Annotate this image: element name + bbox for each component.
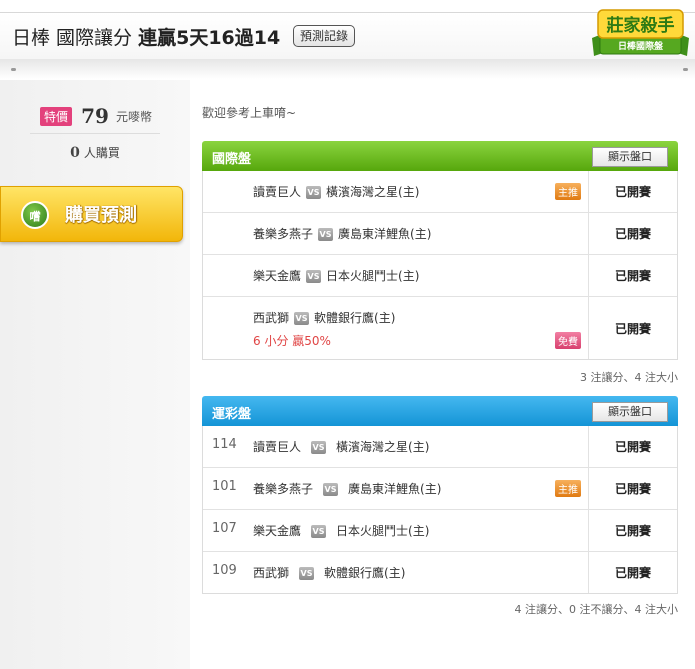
match-teams: 樂天金鷹 VS 日本火腿鬥士(主) [253, 267, 419, 284]
prediction-record-button[interactable]: 預測記錄 [293, 25, 356, 47]
price-value: 79 [81, 104, 109, 128]
title-prefix: 日棒 國際讓分 [12, 27, 133, 49]
header-shadow-strip [0, 59, 695, 79]
sale-badge: 特價 [40, 106, 73, 126]
match-status: 已開賽 [588, 426, 677, 467]
divider-dot [683, 68, 688, 71]
match-number: 101 [212, 479, 237, 494]
buy-prediction-label: 購買預測 [65, 205, 137, 226]
main-pick-badge: 主推 [555, 183, 581, 200]
buyers-label: 人購買 [83, 146, 120, 160]
vs-icon: VS [294, 312, 310, 325]
svg-text:莊家殺手: 莊家殺手 [607, 15, 675, 36]
win-record: 連贏5天16過14 [138, 27, 281, 49]
home-team: 軟體銀行鷹(主) [314, 311, 396, 325]
main-pick-badge: 主推 [555, 480, 581, 497]
match-number: 114 [212, 437, 237, 452]
match-teams: 養樂多燕子 VS 廣島東洋鯉魚(主) [253, 225, 431, 242]
vs-icon: VS [299, 567, 315, 580]
home-team: 軟體銀行鷹(主) [324, 566, 406, 580]
away-team: 西武獅 [253, 311, 290, 325]
vs-icon: VS [311, 441, 327, 454]
home-team: 廣島東洋鯉魚(主) [348, 482, 442, 496]
home-team: 廣島東洋鯉魚(主) [338, 227, 432, 241]
page-title: 日棒 國際讓分 連贏5天16過14 [12, 23, 280, 50]
divider-dot [11, 68, 16, 71]
show-odds-button[interactable]: 顯示盤口 [592, 402, 668, 422]
svg-text:日棒國際盤: 日棒國際盤 [618, 40, 664, 52]
match-teams: 樂天金鷹 VS 日本火腿鬥士(主) [253, 522, 429, 539]
vs-icon: VS [306, 186, 322, 199]
away-team: 樂天金鷹 [253, 269, 302, 283]
welcome-text: 歡迎參考上車唷~ [202, 106, 297, 120]
match-status: 已開賽 [588, 468, 677, 509]
lottery-summary: 4 注讓分、0 注不讓分、4 注大小 [514, 603, 679, 616]
match-row: 西武獅 VS 軟體銀行鷹(主) 6 小分 贏50% 免費 已開賽 [203, 296, 677, 359]
home-team: 日本火腿鬥士(主) [336, 524, 430, 538]
intl-panel: 國際盤 顯示盤口 讀賣巨人 VS 橫濱海灣之星(主) 主推 已開賽 養樂多燕子 VS 廣… [202, 141, 678, 360]
buyers-count: 0 人購買 [0, 144, 190, 161]
vs-icon: VS [323, 483, 339, 496]
match-row: 101 養樂多燕子 VS 廣島東洋鯉魚(主) 主推 已開賽 [203, 467, 677, 509]
intl-panel-header: 國際盤 顯示盤口 [202, 141, 678, 171]
match-status: 已開賽 [588, 510, 677, 551]
away-team: 讀賣巨人 [253, 440, 302, 454]
lottery-panel-header: 運彩盤 顯示盤口 [202, 396, 678, 426]
price-divider [30, 133, 160, 134]
lottery-panel: 運彩盤 顯示盤口 114 讀賣巨人 VS 橫濱海灣之星(主) 已開賽 101 養樂多… [202, 396, 678, 594]
home-team: 橫濱海灣之星(主) [326, 185, 420, 199]
lottery-panel-title: 運彩盤 [212, 407, 252, 422]
vs-icon: VS [311, 525, 327, 538]
home-team: 橫濱海灣之星(主) [336, 440, 430, 454]
match-row: 109 西武獅 VS 軟體銀行鷹(主) 已開賽 [203, 551, 677, 593]
match-teams: 西武獅 VS 軟體銀行鷹(主) [253, 564, 405, 581]
match-row: 養樂多燕子 VS 廣島東洋鯉魚(主) 已開賽 [203, 212, 677, 254]
intl-match-list: 讀賣巨人 VS 橫濱海灣之星(主) 主推 已開賽 養樂多燕子 VS 廣島東洋鯉魚(主) … [202, 171, 678, 360]
intl-summary: 3 注讓分、4 注大小 [580, 371, 678, 384]
match-row: 107 樂天金鷹 VS 日本火腿鬥士(主) 已開賽 [203, 509, 677, 551]
match-row: 樂天金鷹 VS 日本火腿鬥士(主) 已開賽 [203, 254, 677, 296]
match-status: 已開賽 [588, 297, 677, 359]
away-team: 西武獅 [253, 566, 290, 580]
away-team: 樂天金鷹 [253, 524, 302, 538]
intl-panel-title: 國際盤 [212, 152, 252, 167]
away-team: 養樂多燕子 [253, 482, 314, 496]
match-status: 已開賽 [588, 255, 677, 296]
taste-badge-icon: 嚐 [21, 201, 49, 229]
banker-killer-logo: 莊家殺手 日棒國際盤 [592, 9, 689, 56]
home-team: 日本火腿鬥士(主) [326, 269, 420, 283]
match-number: 109 [212, 563, 237, 578]
price-box: 特價 79 元嘜幣 [40, 104, 160, 128]
free-badge: 免費 [555, 332, 581, 349]
lottery-match-list: 114 讀賣巨人 VS 橫濱海灣之星(主) 已開賽 101 養樂多燕子 VS 廣島東洋鯉… [202, 426, 678, 594]
match-row: 讀賣巨人 VS 橫濱海灣之星(主) 主推 已開賽 [203, 171, 677, 212]
show-odds-button[interactable]: 顯示盤口 [592, 147, 668, 167]
match-status: 已開賽 [588, 552, 677, 593]
match-row: 114 讀賣巨人 VS 橫濱海灣之星(主) 已開賽 [203, 426, 677, 467]
match-teams: 養樂多燕子 VS 廣島東洋鯉魚(主) [253, 480, 441, 497]
match-status: 已開賽 [588, 171, 677, 212]
away-team: 養樂多燕子 [253, 227, 314, 241]
match-teams: 讀賣巨人 VS 橫濱海灣之星(主) [253, 183, 419, 200]
buy-prediction-button[interactable]: 嚐 購買預測 [0, 186, 183, 242]
price-unit: 元嘜幣 [116, 109, 153, 124]
match-number: 107 [212, 521, 237, 536]
sidebar [0, 80, 190, 669]
vs-icon: VS [306, 270, 322, 283]
match-teams: 西武獅 VS 軟體銀行鷹(主) [253, 309, 395, 326]
match-result: 6 小分 贏50% [253, 334, 331, 348]
match-teams: 讀賣巨人 VS 橫濱海灣之星(主) [253, 438, 429, 455]
vs-icon: VS [318, 228, 334, 241]
buyers-number: 0 [70, 145, 80, 161]
away-team: 讀賣巨人 [253, 185, 302, 199]
match-status: 已開賽 [588, 213, 677, 254]
